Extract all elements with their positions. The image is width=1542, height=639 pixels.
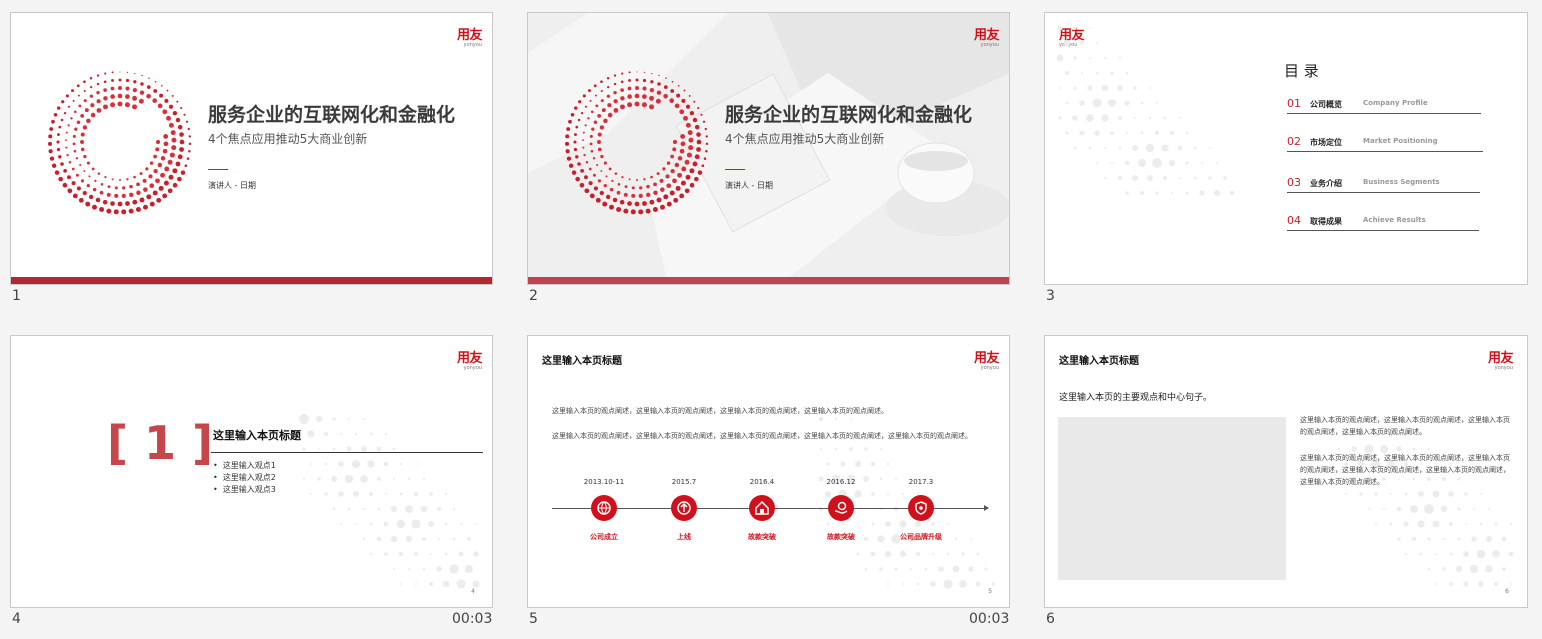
toc-item[interactable]: 02 市场定位 Market Positioning	[1287, 135, 1483, 152]
divider	[725, 169, 745, 170]
toc-item[interactable]: 04 取得成果 Achieve Results	[1287, 214, 1479, 231]
slide-title: 这里输入本页标题	[1059, 356, 1139, 367]
body-paragraph: 这里输入本页的观点阐述，这里输入本页的观点阐述，这里输入本页的观点阐述，这里输入…	[552, 407, 888, 415]
slide-thumbnail-5[interactable]: 用友 yonyou 这里输入本页标题 这里输入本页的观点阐述，这里输入本页的观点…	[527, 335, 1010, 608]
dotted-circle-graphic	[47, 71, 192, 215]
slide-number: 5	[529, 611, 538, 627]
yonyou-logo: 用友 yonyou	[456, 28, 483, 48]
globe-icon	[591, 495, 617, 521]
toc-item[interactable]: 01 公司概览 Company Profile	[1287, 97, 1481, 114]
slide-subtitle: 4个焦点应用推动5大商业创新	[725, 132, 885, 146]
slide-thumbnail-6[interactable]: 用友 yonyou 这里输入本页标题 这里输入本页的主要观点和中心句子。 这里输…	[1044, 335, 1528, 608]
body-paragraph: 这里输入本页的观点阐述，这里输入本页的观点阐述，这里输入本页的观点阐述，这里输入…	[1300, 454, 1510, 486]
toc-title: 目 录	[1284, 62, 1319, 80]
dot-pattern-graphic	[299, 414, 480, 589]
dot-pattern-graphic	[1056, 25, 1235, 196]
presenter-date: 演讲人 - 日期	[208, 181, 256, 190]
slide-thumbnail-4[interactable]: 用友 yonyou [ 1 ] 这里输入本页标题 • 这里输入观点1 • 这里输…	[10, 335, 493, 608]
divider	[211, 452, 483, 453]
shield-icon	[908, 495, 934, 521]
yonyou-logo: 用友 yonyou	[1487, 351, 1514, 371]
slide-number: 2	[529, 288, 538, 304]
bullet-item: • 这里输入观点3	[213, 485, 276, 494]
yonyou-logo: 用友 yonyou	[456, 351, 483, 371]
slide-number: 3	[1046, 288, 1055, 304]
transition-time: 00:03	[452, 611, 493, 627]
house-icon	[749, 495, 775, 521]
page-number: 6	[1505, 588, 1509, 595]
bullet-item: • 这里输入观点2	[213, 473, 276, 482]
slide-thumbnail-2[interactable]: 用友 yonyou 服务企业的互联网化和金融化 4个焦点应用推动5大商业创新 演…	[527, 12, 1010, 285]
bullet-item: • 这里输入观点1	[213, 461, 276, 470]
slide-subtitle: 4个焦点应用推动5大商业创新	[208, 132, 368, 146]
section-number: [ 1 ]	[107, 416, 214, 470]
body-paragraph: 这里输入本页的观点阐述，这里输入本页的观点阐述，这里输入本页的观点阐述，这里输入…	[552, 432, 972, 440]
bullet-list: • 这里输入观点1 • 这里输入观点2 • 这里输入观点3	[213, 460, 276, 496]
page-number: 4	[471, 588, 475, 595]
slide-title: 服务企业的互联网化和金融化	[208, 104, 456, 126]
divider	[208, 169, 228, 170]
slide-thumbnail-3[interactable]: 用友 yonyou 目 录 01 公司概览 Company Profile 02…	[1044, 12, 1528, 285]
timeline-date: 2013.10-11	[583, 478, 625, 486]
timeline-date: 2016.12	[826, 478, 856, 486]
timeline-label: 故款突破	[748, 533, 776, 541]
lead-sentence: 这里输入本页的主要观点和中心句子。	[1059, 393, 1213, 403]
footer-bar	[11, 277, 492, 284]
dot-pattern-graphic	[1336, 416, 1514, 587]
yonyou-logo: 用友 yonyou	[973, 28, 1000, 48]
slide-number: 4	[12, 611, 21, 627]
slide-thumbnail-1[interactable]: 用友 yonyou 服务企业的互联网化和金融化 4个焦点应用推动5大商业创新 演…	[10, 12, 493, 285]
slide-title: 这里输入本页标题	[542, 356, 622, 367]
timeline-label: 故款突破	[827, 533, 855, 541]
slide-number: 6	[1046, 611, 1055, 627]
slide-title: 服务企业的互联网化和金融化	[725, 104, 973, 126]
hand-coin-icon	[828, 495, 854, 521]
body-paragraph: 这里输入本页的观点阐述，这里输入本页的观点阐述，这里输入本页的观点阐述，这里输入…	[1300, 416, 1510, 436]
slide-number: 1	[12, 288, 21, 304]
presenter-date: 演讲人 - 日期	[725, 181, 773, 190]
timeline-arrow-icon	[984, 505, 989, 511]
timeline-date: 2015.7	[671, 478, 697, 486]
timeline-date: 2017.3	[908, 478, 934, 486]
image-placeholder	[1058, 417, 1286, 580]
timeline-label: 公司成立	[590, 533, 618, 541]
timeline-label: 上线	[677, 533, 691, 541]
transition-time: 00:03	[969, 611, 1010, 627]
yonyou-logo: 用友 yonyou	[973, 351, 1000, 371]
toc-item[interactable]: 03 业务介绍 Business Segments	[1287, 176, 1480, 193]
page-number: 5	[988, 588, 992, 595]
upload-icon	[671, 495, 697, 521]
footer-bar	[528, 277, 1009, 284]
dotted-circle-graphic	[564, 71, 709, 215]
timeline-date: 2016.4	[749, 478, 775, 486]
slide-title: 这里输入本页标题	[213, 429, 301, 442]
timeline-label: 公司品牌升级	[900, 533, 942, 541]
